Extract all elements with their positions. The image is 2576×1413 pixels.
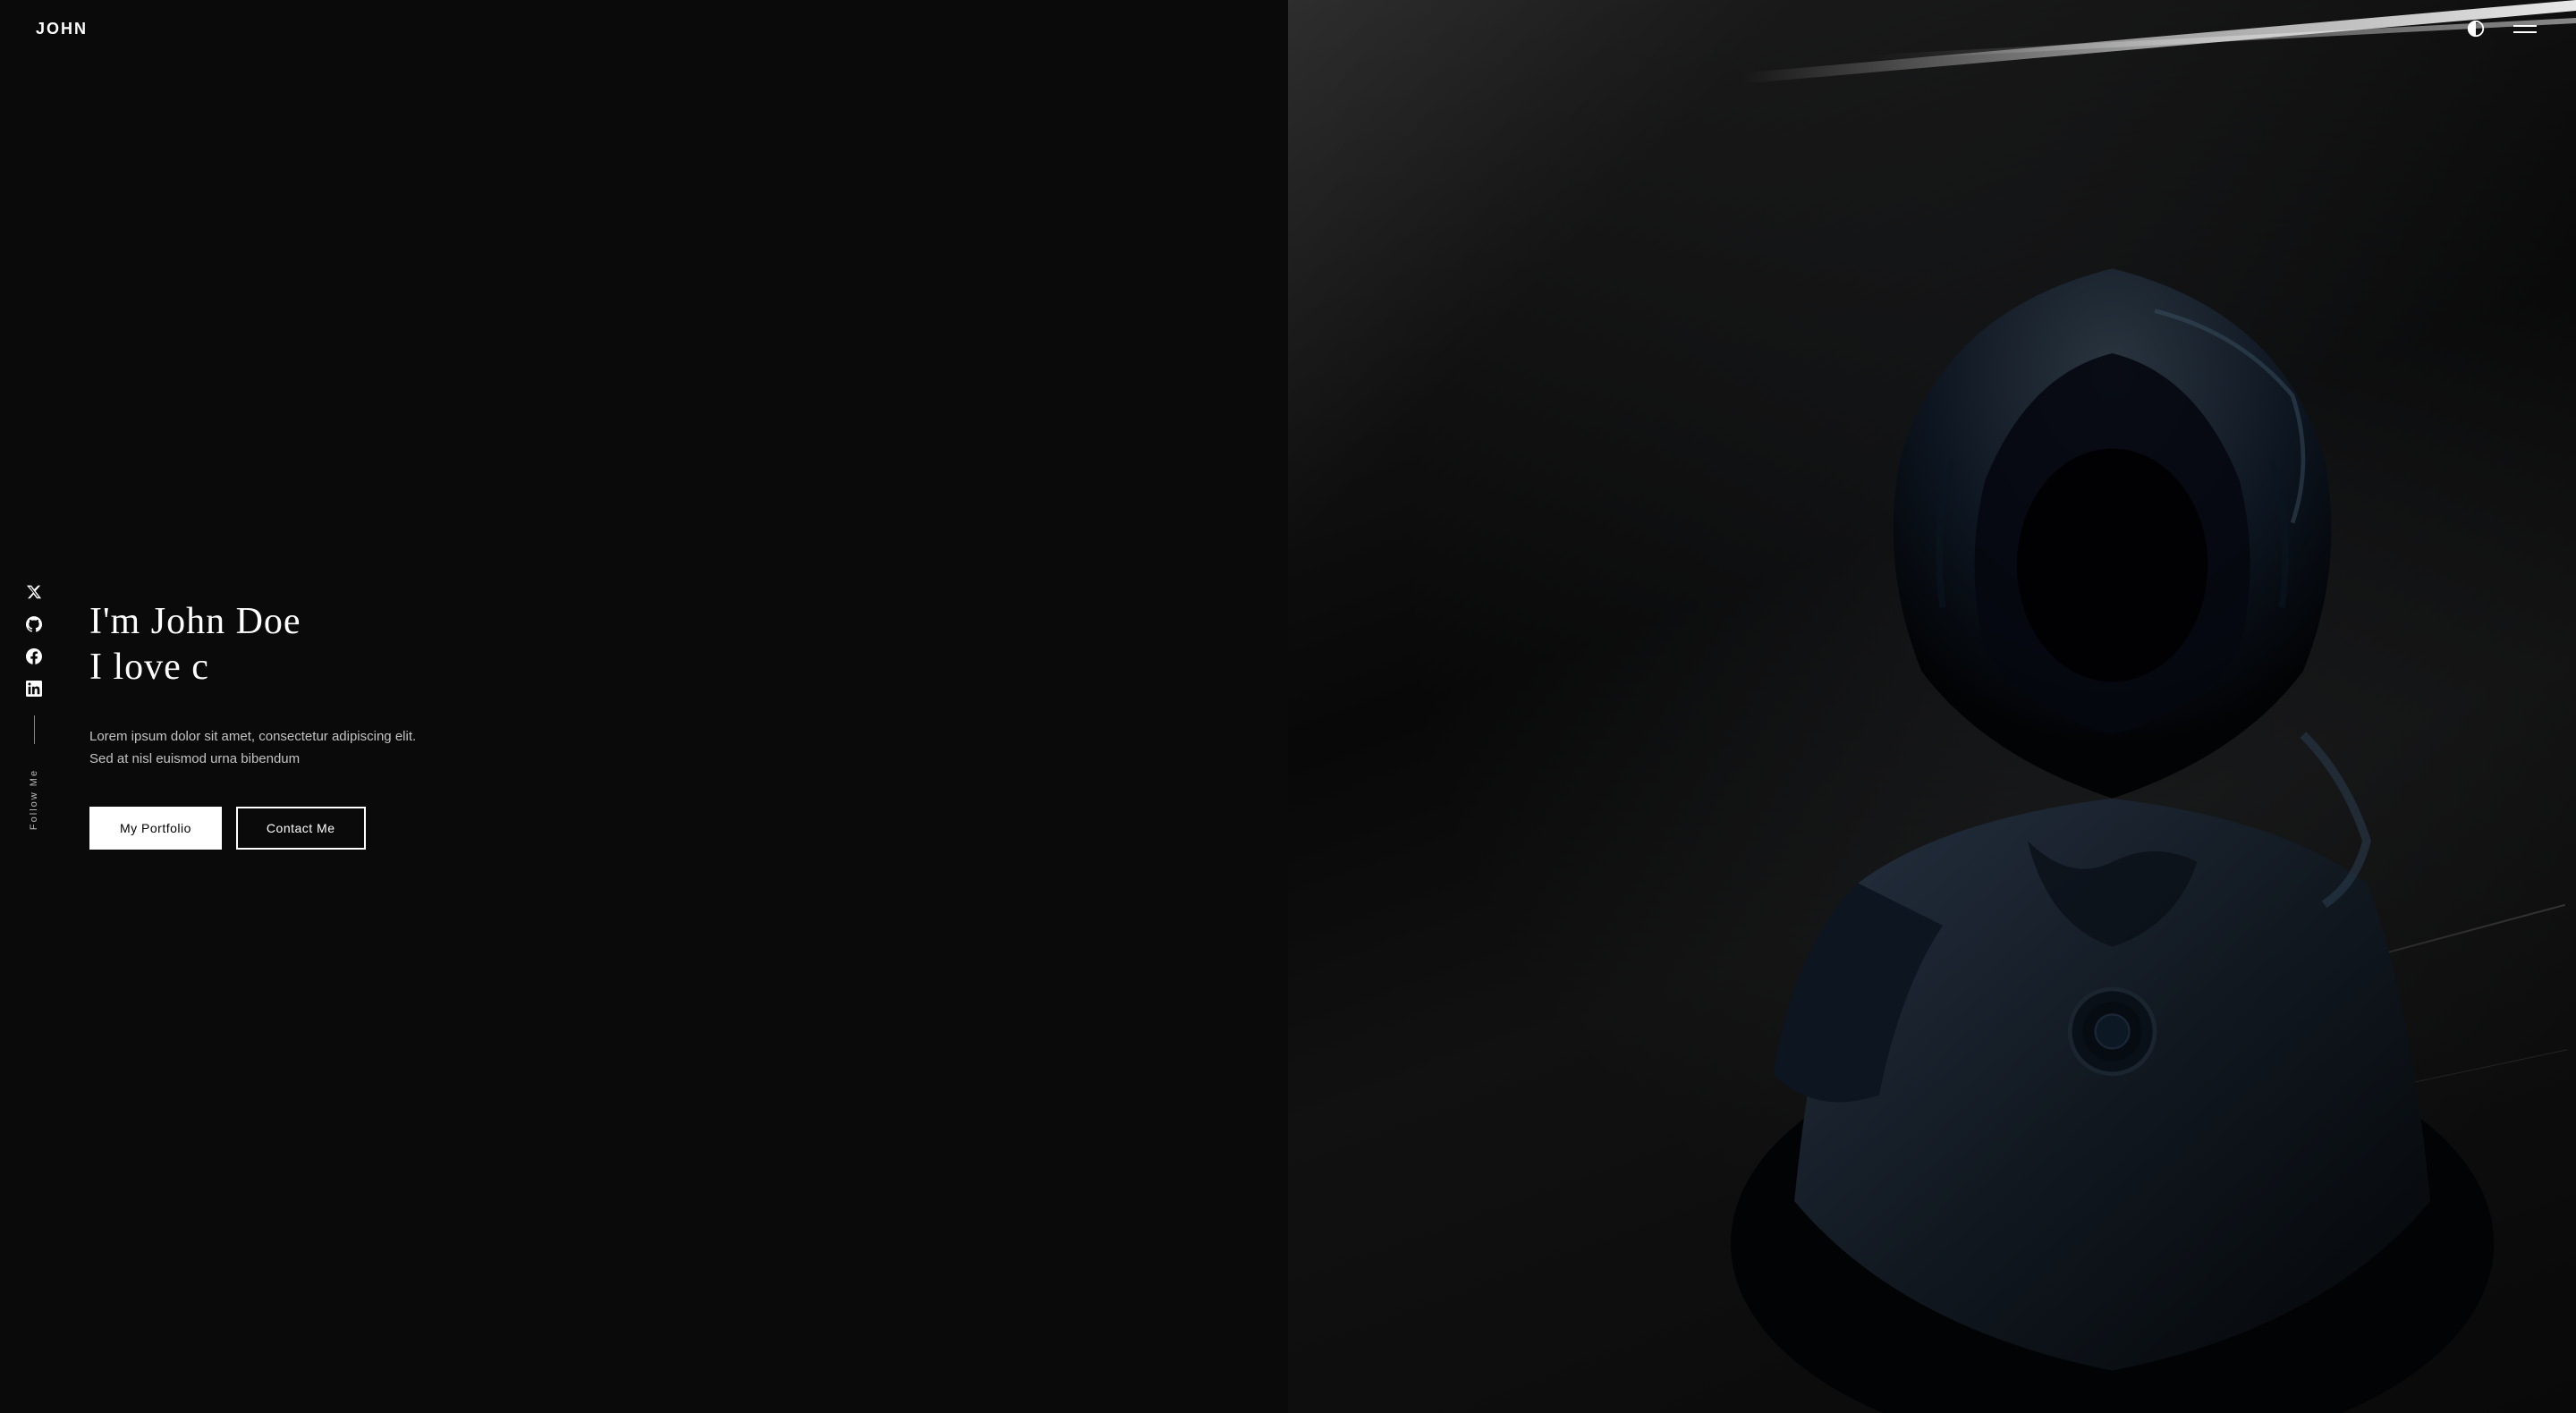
hero-buttons: My Portfolio Contact Me [89, 807, 429, 850]
logo: JOHN [36, 20, 88, 38]
contact-button[interactable]: Contact Me [236, 807, 366, 850]
portfolio-button[interactable]: My Portfolio [89, 807, 222, 850]
follow-label: Follow Me [29, 769, 39, 830]
left-panel: Follow Me I'm John Doe I love c Lorem ip… [0, 0, 1288, 1413]
header: JOHN [0, 0, 2576, 57]
hero-content: I'm John Doe I love c Lorem ipsum dolor … [89, 563, 429, 850]
main-layout: Follow Me I'm John Doe I love c Lorem ip… [0, 0, 2576, 1413]
right-panel [1288, 0, 2576, 1413]
facebook-icon[interactable] [25, 647, 43, 665]
hamburger-line-2 [2513, 31, 2537, 33]
hero-image [1288, 0, 2576, 1413]
hero-description: Lorem ipsum dolor sit amet, consectetur … [89, 725, 429, 771]
hamburger-line-1 [2513, 25, 2537, 27]
hero-tagline: I love c [89, 645, 429, 690]
social-divider [34, 715, 35, 744]
github-icon[interactable] [25, 615, 43, 633]
figure-svg [1662, 141, 2563, 1413]
theme-toggle-button[interactable] [2463, 16, 2488, 41]
linkedin-icon[interactable] [25, 680, 43, 698]
twitter-icon[interactable] [25, 583, 43, 601]
social-sidebar: Follow Me [25, 583, 43, 830]
hamburger-menu-button[interactable] [2510, 21, 2540, 37]
header-right [2463, 16, 2540, 41]
hero-name: I'm John Doe [89, 599, 429, 644]
